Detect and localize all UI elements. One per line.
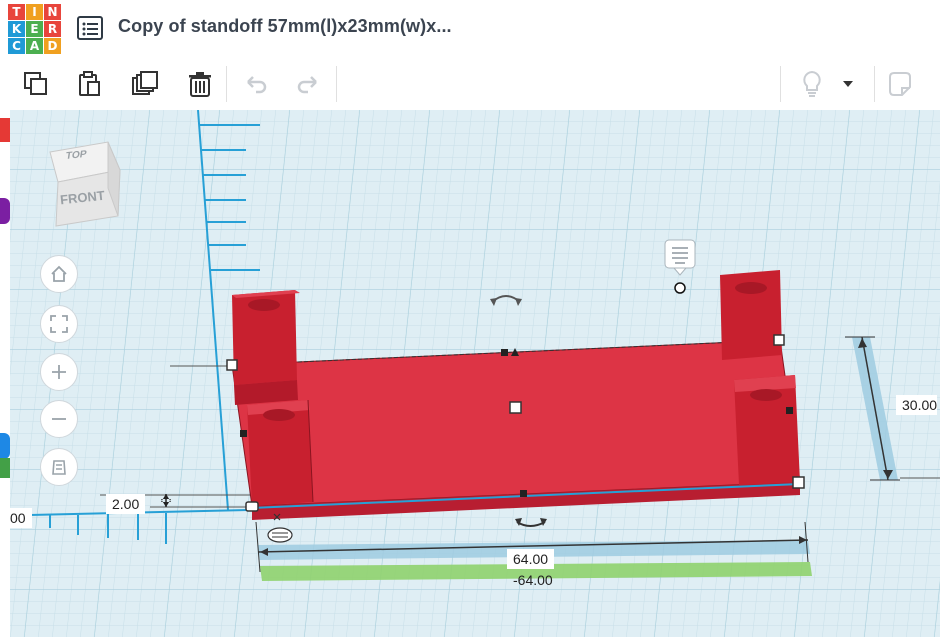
lightbulb-icon[interactable]: [794, 66, 830, 102]
minus-icon: [52, 418, 66, 420]
height-dimension-label[interactable]: 2.00: [106, 494, 146, 514]
app-header: T I N K E R C A D Copy of standoff 57mm(…: [0, 0, 940, 59]
undo-icon[interactable]: [238, 66, 274, 102]
width-dimension-label[interactable]: 30.00: [896, 395, 938, 415]
logo-letter: T: [8, 4, 25, 20]
home-view-button[interactable]: [40, 255, 78, 293]
edit-toolbar: [10, 58, 940, 111]
duplicate-icon[interactable]: [127, 66, 163, 102]
paste-icon[interactable]: [72, 66, 108, 102]
perspective-icon: [52, 460, 66, 475]
logo-letter: A: [26, 38, 43, 54]
plus-icon: [52, 365, 66, 379]
logo-letter: D: [44, 38, 61, 54]
tinkercad-logo[interactable]: T I N K E R C A D: [8, 4, 62, 54]
note-icon[interactable]: [882, 66, 918, 102]
design-list-icon[interactable]: [76, 14, 104, 42]
logo-letter: K: [8, 21, 25, 37]
design-title[interactable]: Copy of standoff 57mm(l)x23mm(w)x...: [118, 16, 452, 37]
copy-icon[interactable]: [18, 66, 54, 102]
length-negative-label: -64.00: [513, 572, 553, 588]
background-window-edge: [0, 58, 10, 637]
perspective-button[interactable]: [40, 448, 78, 486]
dropdown-icon[interactable]: [836, 66, 860, 102]
fit-icon: [50, 315, 68, 333]
logo-letter: R: [44, 21, 61, 37]
length-dimension-label[interactable]: 64.00: [507, 549, 555, 569]
workplane-grid: [10, 110, 940, 637]
logo-letter: I: [26, 4, 43, 20]
workplane[interactable]: TOP FRONT 2.00 00 64.00 -64.00 30.00: [10, 110, 940, 637]
view-cube-top-label[interactable]: TOP: [65, 149, 87, 162]
zoom-out-button[interactable]: [40, 400, 78, 438]
logo-letter: N: [44, 4, 61, 20]
logo-letter: E: [26, 21, 43, 37]
redo-icon[interactable]: [290, 66, 326, 102]
delete-icon[interactable]: [182, 66, 218, 102]
fit-view-button[interactable]: [40, 305, 78, 343]
home-icon: [51, 265, 67, 282]
view-cube[interactable]: TOP FRONT: [46, 138, 126, 228]
zoom-in-button[interactable]: [40, 353, 78, 391]
logo-letter: C: [8, 38, 25, 54]
offset-dimension-label[interactable]: 00: [10, 508, 32, 528]
